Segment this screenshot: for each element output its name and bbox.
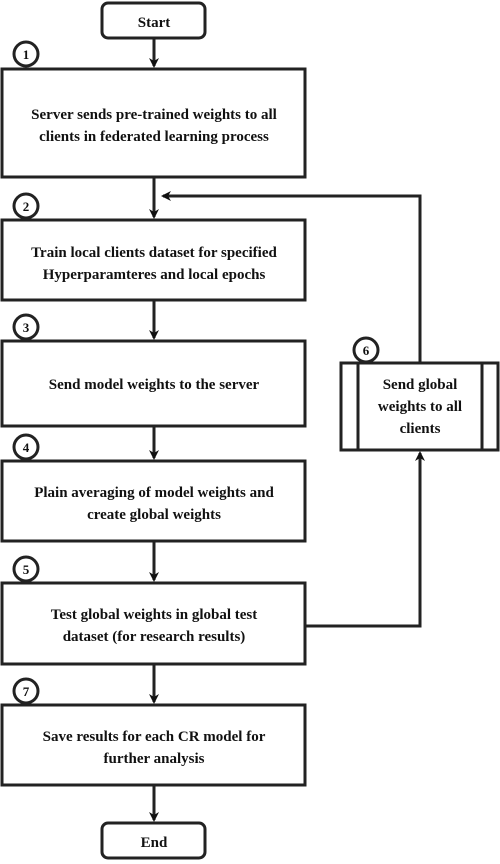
arrow-5-to-6 bbox=[305, 451, 425, 628]
step-6-number: 6 bbox=[363, 343, 370, 358]
step-5-line-1: Test global weights in global test bbox=[51, 607, 258, 623]
step-1-line-2: clients in federated learning process bbox=[39, 129, 269, 145]
start-terminal: Start bbox=[100, 1, 207, 40]
step-4-number: 4 bbox=[23, 440, 30, 455]
step-5-number: 5 bbox=[23, 562, 30, 577]
step-1-number: 1 bbox=[23, 47, 30, 62]
end-terminal: End bbox=[100, 821, 207, 860]
step-1-line-1: Server sends pre-trained weights to all bbox=[31, 107, 277, 123]
step-2-line-1: Train local clients dataset for specifie… bbox=[31, 245, 277, 261]
step-5-line-2: dataset (for research results) bbox=[63, 629, 246, 645]
step-2-number: 2 bbox=[23, 199, 30, 214]
step-2-line-2: Hyperparamteres and local epochs bbox=[43, 267, 266, 283]
step-3-number: 3 bbox=[23, 320, 30, 335]
step-3-line-1: Send model weights to the server bbox=[49, 377, 260, 393]
end-label: End bbox=[141, 835, 168, 851]
step-7-line-1: Save results for each CR model for bbox=[43, 729, 266, 745]
flowchart: Start Server sends pre-trained weights t… bbox=[0, 1, 500, 860]
start-label: Start bbox=[138, 15, 171, 31]
step-4-line-1: Plain averaging of model weights and bbox=[34, 485, 274, 501]
step-4-line-2: create global weights bbox=[87, 507, 221, 523]
step-7-line-2: further analysis bbox=[104, 751, 205, 767]
step-6-line-2: weights to all bbox=[378, 399, 462, 415]
step-7-number: 7 bbox=[23, 684, 30, 699]
step-6-line-3: clients bbox=[400, 421, 441, 437]
step-6-line-1: Send global bbox=[383, 377, 458, 393]
